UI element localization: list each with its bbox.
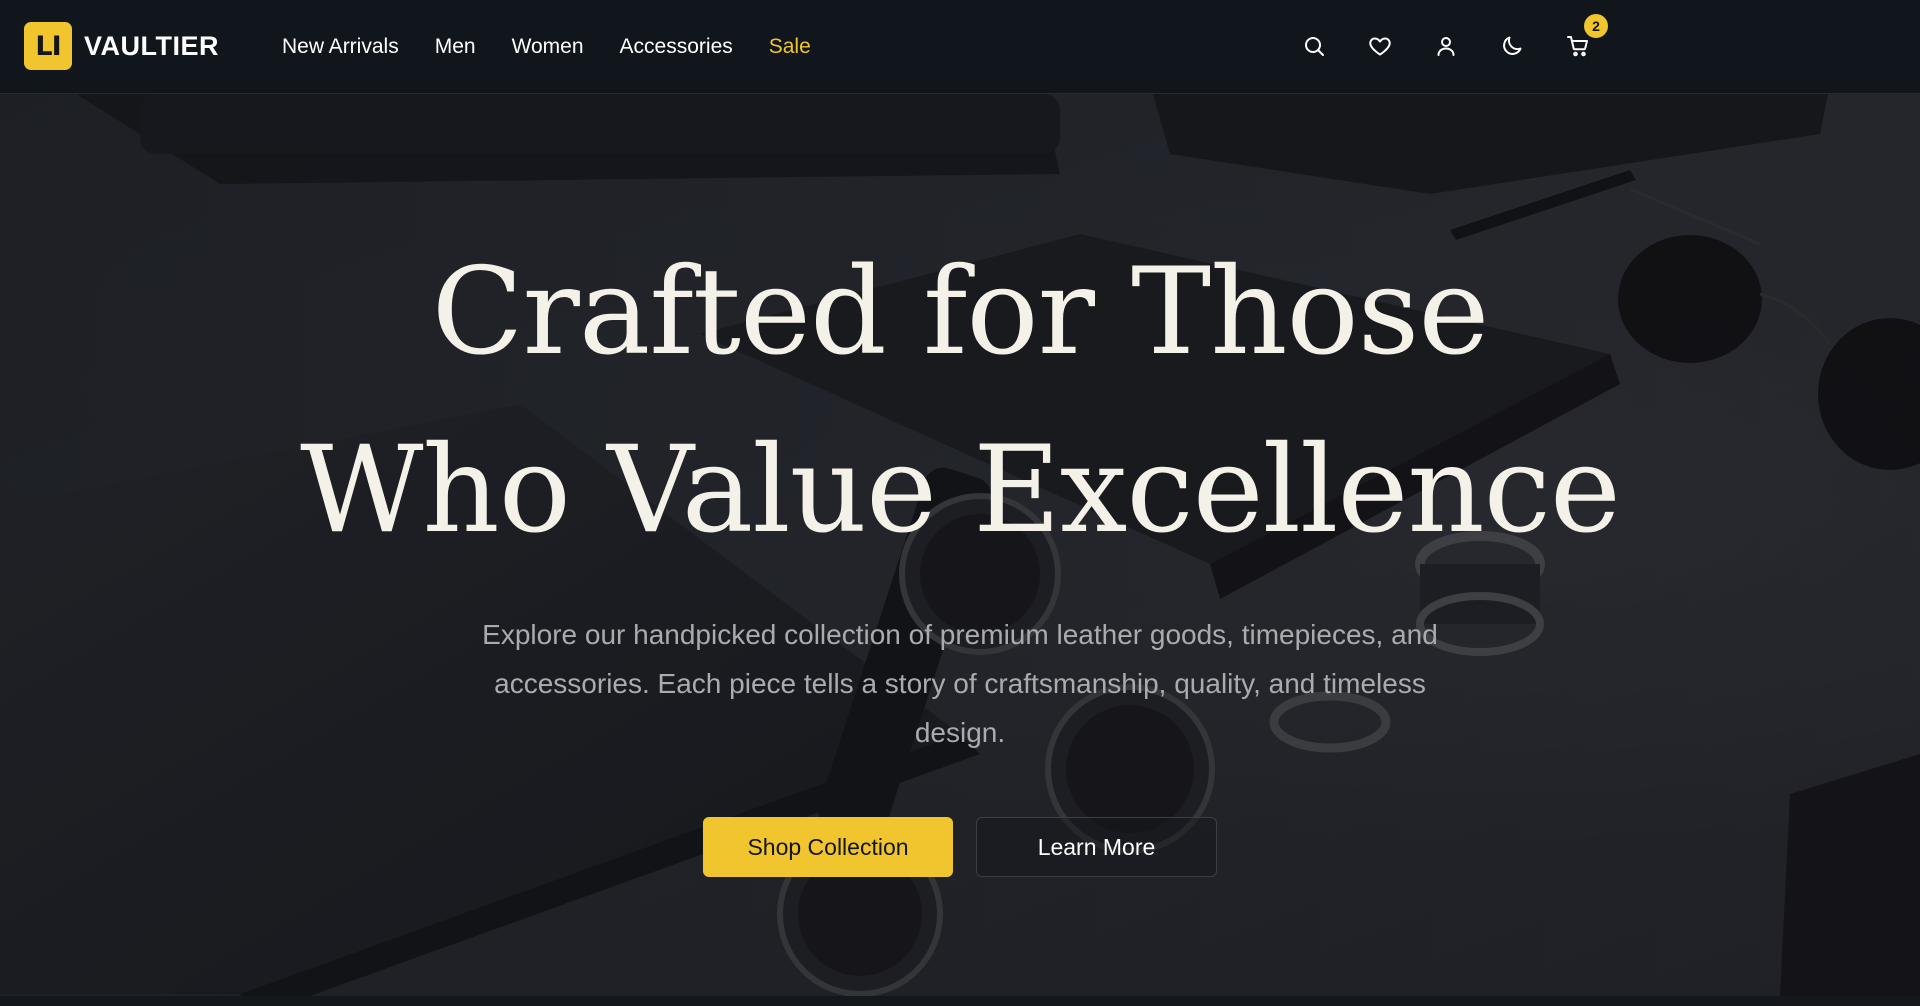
learn-more-button[interactable]: Learn More <box>976 817 1217 877</box>
hero-title: Crafted for Those Who Value Excellence <box>0 224 1920 580</box>
hero-title-line-1: Crafted for Those <box>431 243 1490 382</box>
page-bottom-edge <box>0 996 1920 1006</box>
hero-section: Crafted for Those Who Value Excellence Ex… <box>0 94 1920 996</box>
search-icon <box>1305 37 1324 56</box>
cart-button[interactable]: 2 <box>1564 14 1608 60</box>
nav-link-women[interactable]: Women <box>512 35 584 59</box>
theme-toggle-button[interactable] <box>1498 32 1526 60</box>
cart-count-badge: 2 <box>1584 14 1608 38</box>
user-icon <box>1437 37 1455 56</box>
brand-name[interactable]: VAULTIER <box>84 31 219 62</box>
search-button[interactable] <box>1300 32 1328 60</box>
nav-link-accessories[interactable]: Accessories <box>620 35 733 59</box>
hero-subtitle: Explore our handpicked collection of pre… <box>482 619 1438 748</box>
wishlist-button[interactable] <box>1366 32 1394 60</box>
brand-logo[interactable]: LI <box>24 22 72 70</box>
top-navbar: LI VAULTIER New Arrivals Men Women Acces… <box>0 0 1920 94</box>
shop-collection-button[interactable]: Shop Collection <box>703 817 953 877</box>
moon-icon <box>1503 36 1522 55</box>
heart-icon <box>1369 37 1391 56</box>
account-button[interactable] <box>1432 32 1460 60</box>
nav-link-new-arrivals[interactable]: New Arrivals <box>282 35 399 59</box>
brand[interactable]: LI VAULTIER <box>24 22 219 70</box>
main-nav: New Arrivals Men Women Accessories Sale <box>282 0 847 94</box>
nav-link-sale[interactable]: Sale <box>769 35 811 59</box>
cart-icon <box>1567 36 1588 57</box>
hero-title-line-2: Who Value Excellence <box>300 421 1621 560</box>
nav-link-men[interactable]: Men <box>435 35 476 59</box>
